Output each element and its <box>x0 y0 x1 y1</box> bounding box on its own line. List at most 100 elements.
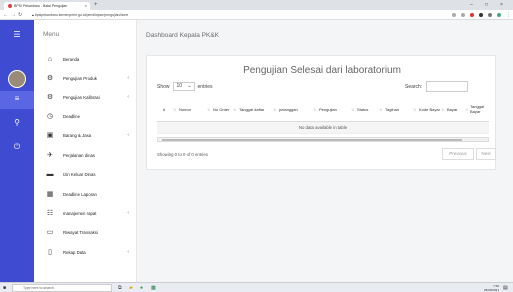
show-label: Show <box>157 83 170 90</box>
home-icon: ⌂ <box>47 55 53 63</box>
search-input[interactable] <box>426 81 469 92</box>
browser-tab-strip: BPSI Pekanbaru - Balai Pengujian × + – □… <box>0 0 513 10</box>
car-icon: ▬ <box>46 170 54 178</box>
sidebar-item-label: Barang & Jasa <box>63 132 92 138</box>
chevron-left-icon: ‹ <box>127 132 129 138</box>
location-icon[interactable]: ⚲ <box>0 118 34 127</box>
card-icon: ▭ <box>46 229 54 236</box>
minimize-icon[interactable]: – <box>470 0 473 10</box>
column-label: No Order <box>213 106 230 112</box>
sort-icon: ⇅ <box>173 108 176 112</box>
column-header[interactable]: pelanggan ⇅ <box>279 98 317 122</box>
entries-label: entries <box>197 83 213 90</box>
sidebar-item-manajemen-rapat[interactable]: ☷ manajemen rapat ‹ <box>34 204 137 222</box>
search-placeholder: Type here to search <box>23 286 54 290</box>
column-header[interactable]: Status ⇅ <box>357 98 383 122</box>
gears-icon: ⚙ <box>46 94 54 101</box>
list-icon[interactable]: ≡ <box>0 94 34 103</box>
excel-icon[interactable]: ▩ <box>151 285 156 291</box>
extension-icon[interactable] <box>470 13 474 17</box>
column-header[interactable]: Kode Bayar ⇅ <box>419 98 445 122</box>
sidebar-item-label: manajemen rapat <box>63 210 97 216</box>
sidebar-item-beranda[interactable]: ⌂ Beranda <box>34 50 137 68</box>
menu-dots-icon[interactable]: ⋮ <box>506 10 511 20</box>
sidebar-item-pengujian-kalibrasi[interactable]: ⚙ Pengujian Kalibrasi ‹ <box>34 88 137 106</box>
page-size-select[interactable]: 10 ⌄ <box>172 82 195 91</box>
sort-icon: ⇅ <box>413 108 416 112</box>
box-icon: ▣ <box>46 132 54 139</box>
taskbar-search-input[interactable]: Type here to search <box>12 284 112 292</box>
empty-table-row: No data available in table <box>157 122 489 134</box>
address-bar[interactable]: 🔒︎ bpsipekanbaru.kemenperin.go.id/pemili… <box>26 12 426 18</box>
gears-icon: ⚙ <box>46 75 54 82</box>
column-header[interactable]: Tanggal daftar ⇅ <box>239 98 277 122</box>
close-tab-icon[interactable]: × <box>85 2 87 10</box>
extension-icon[interactable] <box>479 13 483 17</box>
chevron-left-icon: ‹ <box>127 249 129 255</box>
menu-title: Menu <box>43 31 60 38</box>
zoom-icon[interactable] <box>452 13 456 17</box>
column-header[interactable]: Tagihan ⇅ <box>385 98 417 122</box>
next-button[interactable]: Next <box>476 148 496 160</box>
notification-icon[interactable]: ▤ <box>503 285 508 291</box>
sidebar-item-pengujian-produk[interactable]: ⚙ Pengujian Produk ‹ <box>34 69 137 87</box>
sidebar-item-label: Deadline Laporan <box>63 191 97 197</box>
star-icon[interactable] <box>461 13 465 17</box>
search-control: Search: <box>405 81 469 92</box>
browser-tab-title: BPSI Pekanbaru - Balai Pengujian <box>14 4 68 8</box>
column-header[interactable]: No Order ⇅ <box>213 98 237 122</box>
column-label: Tagihan <box>385 106 400 112</box>
forward-icon[interactable]: → <box>11 10 16 20</box>
browser-tab[interactable]: BPSI Pekanbaru - Balai Pengujian × <box>4 2 90 10</box>
address-text: bpsipekanbaru.kemenperin.go.id/pemilidps… <box>34 13 129 17</box>
sort-icon: ⇅ <box>379 108 382 112</box>
chevron-left-icon: ‹ <box>127 75 129 81</box>
new-tab-icon[interactable]: + <box>94 1 98 9</box>
icon-rail: ☰ ≡ ⚲ ⏻ <box>0 20 34 282</box>
previous-button[interactable]: Previous <box>442 148 474 160</box>
plane-icon: ✈ <box>47 152 53 159</box>
results-table: # ⇅ Nomor ⇅ No Order ⇅ Tanggal daftar ⇅ pela… <box>157 98 489 134</box>
sidebar-item-label: Riwayat Transaksi <box>63 229 98 235</box>
sidebar-item-label: Pengujian Kalibrasi <box>63 94 100 100</box>
profile-icon[interactable] <box>497 13 501 17</box>
column-header[interactable]: Bayar ⇅ <box>447 98 469 122</box>
sidebar-item-riwayat-transaksi[interactable]: ▭ Riwayat Transaksi <box>34 223 137 241</box>
column-label: Nomor <box>179 106 192 112</box>
maximize-icon[interactable]: □ <box>485 0 488 10</box>
avatar[interactable] <box>8 70 26 88</box>
task-view-icon[interactable]: ⧉ <box>118 285 122 291</box>
column-header[interactable]: Nomor ⇅ <box>179 98 211 122</box>
chevron-down-icon: ⌄ <box>187 83 192 89</box>
sidebar-item-deadline-laporan[interactable]: ▦ Deadline Laporan <box>34 185 137 203</box>
sidebar-item-izin-keluar-dinas[interactable]: ▬ Izin Keluar Dinas <box>34 165 137 183</box>
back-icon[interactable]: ← <box>3 10 8 20</box>
column-header[interactable]: Pengujian ⇅ <box>319 98 355 122</box>
scrollbar-thumb[interactable] <box>162 139 462 141</box>
column-label: Status <box>357 106 369 112</box>
sidebar-item-rekap-data[interactable]: ▯ Rekap Data ‹ <box>34 243 137 261</box>
favicon-icon <box>8 4 12 8</box>
sidebar-item-perjalanan-dinas[interactable]: ✈ Perjalanan dinas <box>34 146 137 164</box>
column-label: Kode Bayar <box>419 106 440 112</box>
reload-icon[interactable]: ↻ <box>18 10 22 20</box>
windows-start-icon[interactable]: ■ <box>3 285 6 291</box>
power-icon[interactable]: ⏻ <box>0 142 34 152</box>
sidebar-item-barang-jasa[interactable]: ▣ Barang & Jasa ‹ <box>34 126 137 144</box>
close-window-icon[interactable]: × <box>500 0 503 10</box>
column-header[interactable]: # ⇅ <box>163 98 177 122</box>
hamburger-icon[interactable]: ☰ <box>0 30 34 39</box>
system-clock[interactable]: 7:56 28/09/2021 <box>484 284 499 292</box>
page-size-value: 10 <box>176 83 183 89</box>
column-label: Tanggal daftar <box>239 106 265 112</box>
column-label: Bayar <box>447 106 458 112</box>
sort-icon: ⇅ <box>351 108 354 112</box>
calendar-icon: ▦ <box>46 191 54 198</box>
column-header[interactable]: Tanggal Bayar <box>470 98 490 122</box>
horizontal-scrollbar[interactable] <box>157 137 489 142</box>
file-explorer-icon[interactable]: ▰ <box>129 285 133 291</box>
column-label: pelanggan <box>279 106 298 112</box>
extensions-icon[interactable] <box>488 13 492 17</box>
sidebar-item-deadline[interactable]: ◷ Deadline <box>34 107 137 125</box>
chrome-icon[interactable]: ● <box>140 285 143 291</box>
